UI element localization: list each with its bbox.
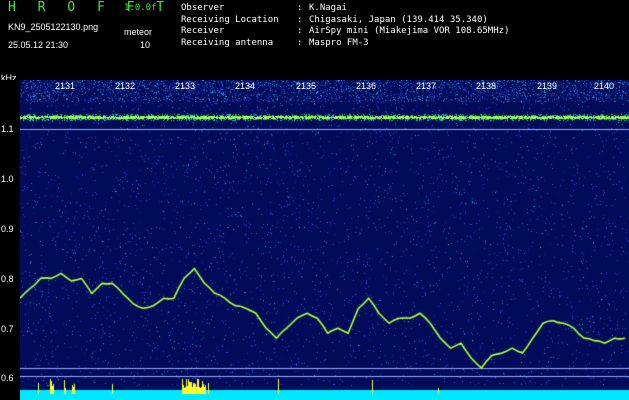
y-tick-label: 0.7 <box>1 324 14 334</box>
y-tick-label: 1.0 <box>1 174 14 184</box>
info-key: Receiving antenna <box>181 37 274 48</box>
info-row-antenna: Receiving antenna: Maspro FM-3 <box>181 38 509 50</box>
meteor-label: meteor <box>124 27 153 37</box>
x-tick-label: 2135 <box>296 81 317 91</box>
info-value: K.Nagai <box>309 3 347 13</box>
x-tick-label: 2133 <box>175 81 196 91</box>
x-tick-label: 2137 <box>416 81 437 91</box>
x-tick-label: 2138 <box>476 81 497 91</box>
info-value: Chigasaki, Japan (139.414 35.340) <box>309 14 488 25</box>
spectrogram[interactable] <box>20 80 629 400</box>
y-tick-label: 0.8 <box>1 274 14 284</box>
x-tick-label: 2134 <box>235 81 256 91</box>
info-row-observer: Observer: K.Nagai <box>181 3 509 15</box>
x-tick-label: 2139 <box>537 81 558 91</box>
y-tick-label: 0.9 <box>1 224 14 234</box>
info-separator: : <box>297 26 303 36</box>
info-separator: : <box>297 3 303 13</box>
datetime-label: 25.05.12 21:30 <box>8 40 69 50</box>
observation-info: Observer: K.Nagai Receiving Location: Chig… <box>181 3 509 49</box>
header: H R O F F T 1.0.0f KN9_2505122130.png 25… <box>0 0 629 74</box>
filename-label: KN9_2505122130.png <box>8 22 99 32</box>
info-value: AirSpy mini (Miakejima VOR 108.65MHz) <box>309 26 510 36</box>
y-tick-label: 0.6 <box>1 373 14 383</box>
info-row-receiver: Receiver: AirSpy mini (Miakejima VOR 108.… <box>181 26 509 38</box>
spectrogram-canvas[interactable] <box>20 80 629 400</box>
version-label: 1.0.0f <box>124 3 157 13</box>
x-tick-label: 2136 <box>356 81 377 91</box>
info-key: Observer <box>181 3 225 13</box>
x-tick-label: 2131 <box>55 81 76 91</box>
info-value: Maspro FM-3 <box>309 37 369 48</box>
meteor-count: 10 <box>140 40 151 50</box>
info-key: Receiver <box>181 26 225 36</box>
info-row-location: Receiving Location: Chigasaki, Japan (139… <box>181 15 509 27</box>
info-separator: : <box>297 37 303 48</box>
info-key: Receiving Location <box>181 14 279 25</box>
x-tick-label: 2140 <box>594 81 615 91</box>
y-tick-label: 1.1 <box>1 124 14 134</box>
x-tick-label: 2132 <box>115 81 136 91</box>
info-separator: : <box>297 14 303 25</box>
y-axis: 1.1 1.0 0.9 0.8 0.7 0.6 <box>0 80 20 400</box>
